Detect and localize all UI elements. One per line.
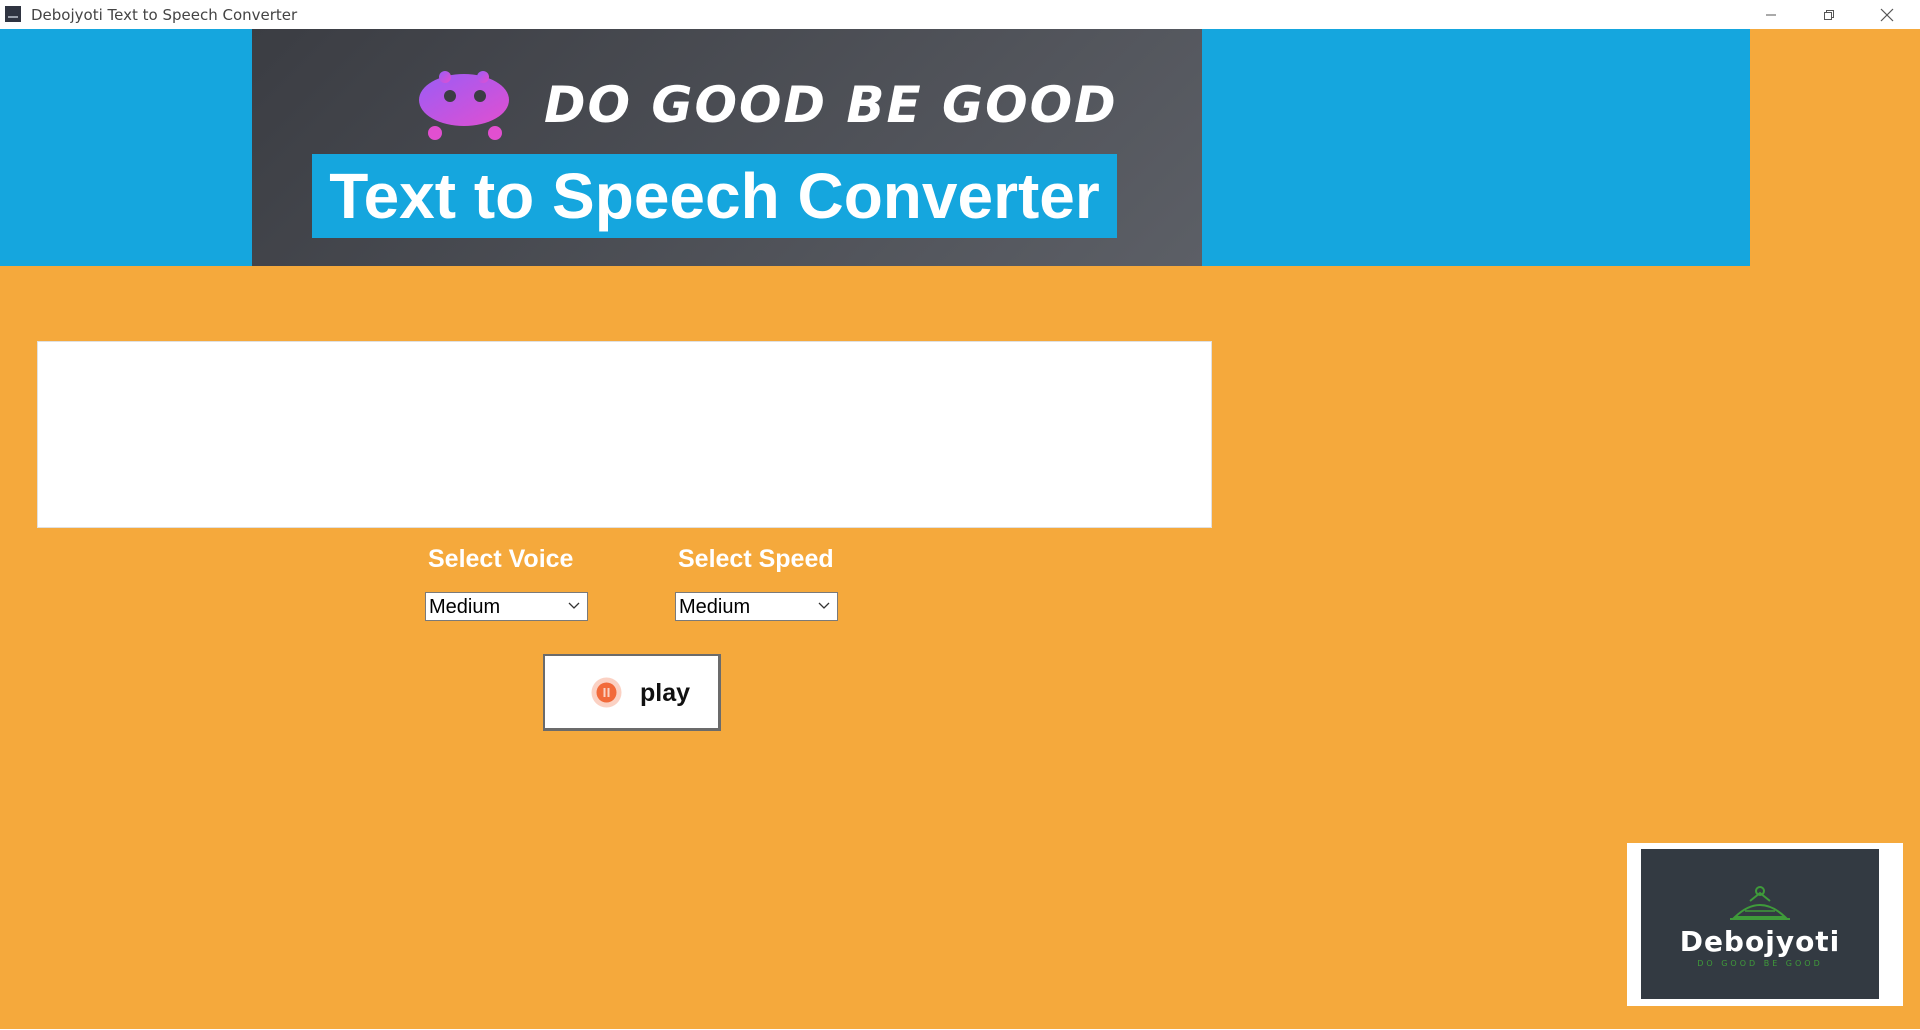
turtle-emblem-icon (1730, 886, 1790, 920)
banner-image: DO GOOD BE GOOD Text to Speech Converter (252, 29, 1202, 266)
brand-logo: Debojyoti DO GOOD BE GOOD (1627, 843, 1903, 1006)
speed-selected-value: Medium (679, 596, 751, 618)
main-content: DO GOOD BE GOOD Text to Speech Converter… (0, 29, 1920, 1029)
minimize-icon (1766, 14, 1776, 15)
minimize-button[interactable] (1742, 0, 1800, 29)
play-icon (591, 677, 622, 708)
close-button[interactable] (1858, 0, 1916, 29)
restore-icon (1824, 9, 1834, 20)
brand-logo-name: Debojyoti (1679, 925, 1841, 958)
page-title: Text to Speech Converter (312, 154, 1117, 238)
app-window: Debojyoti Text to Speech Converter DO GO… (0, 0, 1920, 1030)
chevron-down-icon (568, 602, 580, 609)
play-button[interactable]: play (543, 654, 721, 731)
close-icon (1880, 8, 1894, 21)
title-bar[interactable]: Debojyoti Text to Speech Converter (0, 0, 1920, 30)
voice-dropdown[interactable]: Medium (425, 592, 588, 621)
brand-logo-panel: Debojyoti DO GOOD BE GOOD (1641, 849, 1879, 999)
select-speed-label: Select Speed (678, 545, 834, 573)
restore-button[interactable] (1800, 0, 1858, 29)
speed-dropdown[interactable]: Medium (675, 592, 838, 621)
robot-mascot-icon (419, 71, 509, 140)
select-voice-label: Select Voice (428, 545, 574, 573)
app-icon (5, 6, 21, 22)
play-button-label: play (640, 679, 691, 707)
window-title: Debojyoti Text to Speech Converter (31, 6, 298, 24)
chevron-down-icon (818, 602, 830, 609)
banner-slogan: DO GOOD BE GOOD (544, 76, 1118, 134)
brand-logo-tagline: DO GOOD BE GOOD (1697, 959, 1823, 968)
text-input[interactable] (37, 341, 1212, 528)
voice-selected-value: Medium (429, 596, 501, 618)
